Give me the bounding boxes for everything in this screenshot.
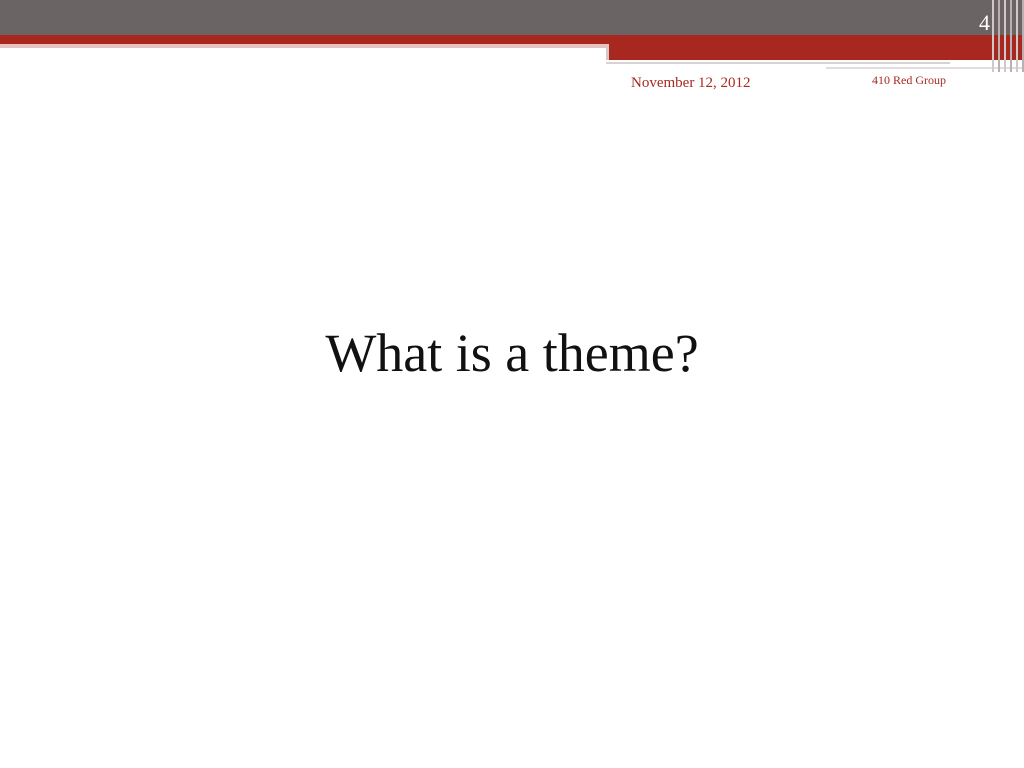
slide-number: 4 xyxy=(979,10,990,35)
stripe xyxy=(1016,0,1018,72)
header-step-divider xyxy=(606,44,609,60)
stripe xyxy=(1004,0,1006,72)
slide-date: November 12, 2012 xyxy=(631,75,751,91)
slide-title: What is a theme? xyxy=(325,323,699,383)
header-pink-strip xyxy=(0,44,608,48)
slide-footer-group: 410 Red Group xyxy=(872,73,946,87)
stripe xyxy=(992,0,994,72)
header-red-band-lower xyxy=(606,48,1024,60)
presentation-slide: 4 November 12, 2012 410 Red Group What i… xyxy=(0,0,1024,768)
stripe xyxy=(998,0,1000,72)
decorative-vertical-stripes xyxy=(988,0,1024,72)
stripe xyxy=(1010,0,1012,72)
header-gray-band xyxy=(0,0,1024,36)
header-rule xyxy=(606,62,950,64)
